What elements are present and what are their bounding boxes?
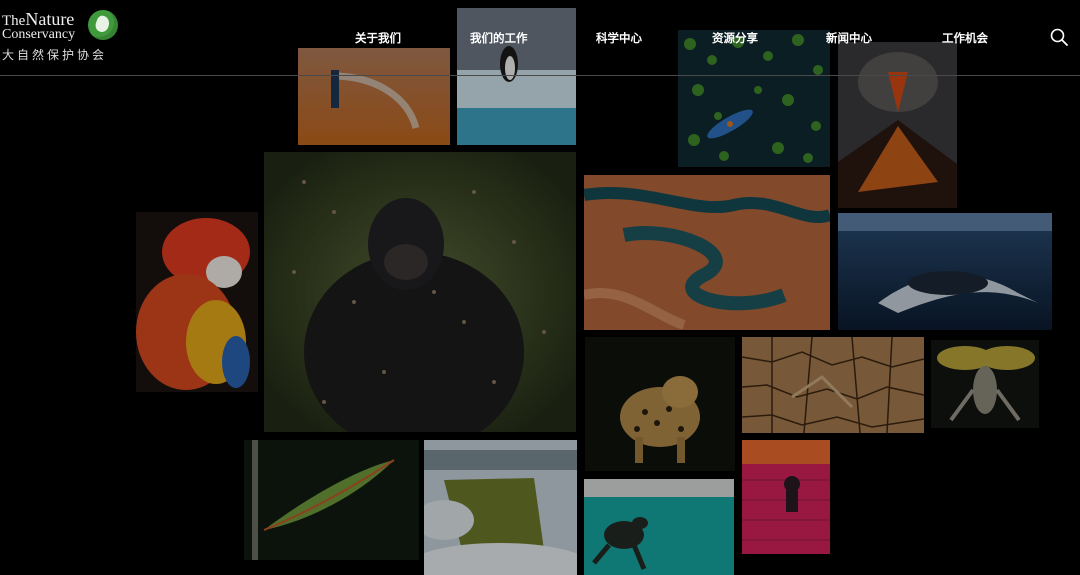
photo-macaw[interactable] xyxy=(136,212,258,392)
photo-canyon-river[interactable] xyxy=(584,175,830,330)
nav-item-news[interactable]: 新闻中心 xyxy=(826,30,872,46)
nav-item-science[interactable]: 科学中心 xyxy=(596,30,642,46)
photo-sea-turtle[interactable] xyxy=(584,479,734,575)
nav-item-our-work[interactable]: 我们的工作 xyxy=(470,30,528,46)
logo-name-cn: 大自然保护协会 xyxy=(2,48,108,62)
nav-item-resources[interactable]: 资源分享 xyxy=(712,30,758,46)
photo-leopard[interactable] xyxy=(585,337,735,471)
photo-penguin-ice[interactable] xyxy=(457,8,576,145)
nav-item-about[interactable]: 关于我们 xyxy=(355,30,401,46)
photo-mesa-clouds[interactable] xyxy=(424,440,577,575)
header-divider xyxy=(0,75,1080,76)
photo-humpback-whale[interactable] xyxy=(838,213,1052,330)
photo-volcano[interactable] xyxy=(838,42,957,208)
nav-item-careers[interactable]: 工作机会 xyxy=(942,30,988,46)
main-nav: 关于我们 我们的工作 科学中心 资源分享 新闻中心 工作机会 xyxy=(0,30,1080,46)
photo-lilypads-kayak[interactable] xyxy=(678,30,830,167)
photo-cracked-earth[interactable] xyxy=(742,337,924,433)
photo-gorilla-butterflies[interactable] xyxy=(264,152,576,432)
photo-pink-building[interactable] xyxy=(742,440,830,554)
photo-desert-figure[interactable] xyxy=(298,48,450,145)
photo-moth[interactable] xyxy=(931,340,1039,428)
photo-leaf-insect[interactable] xyxy=(244,440,419,560)
search-icon[interactable] xyxy=(1050,28,1068,46)
